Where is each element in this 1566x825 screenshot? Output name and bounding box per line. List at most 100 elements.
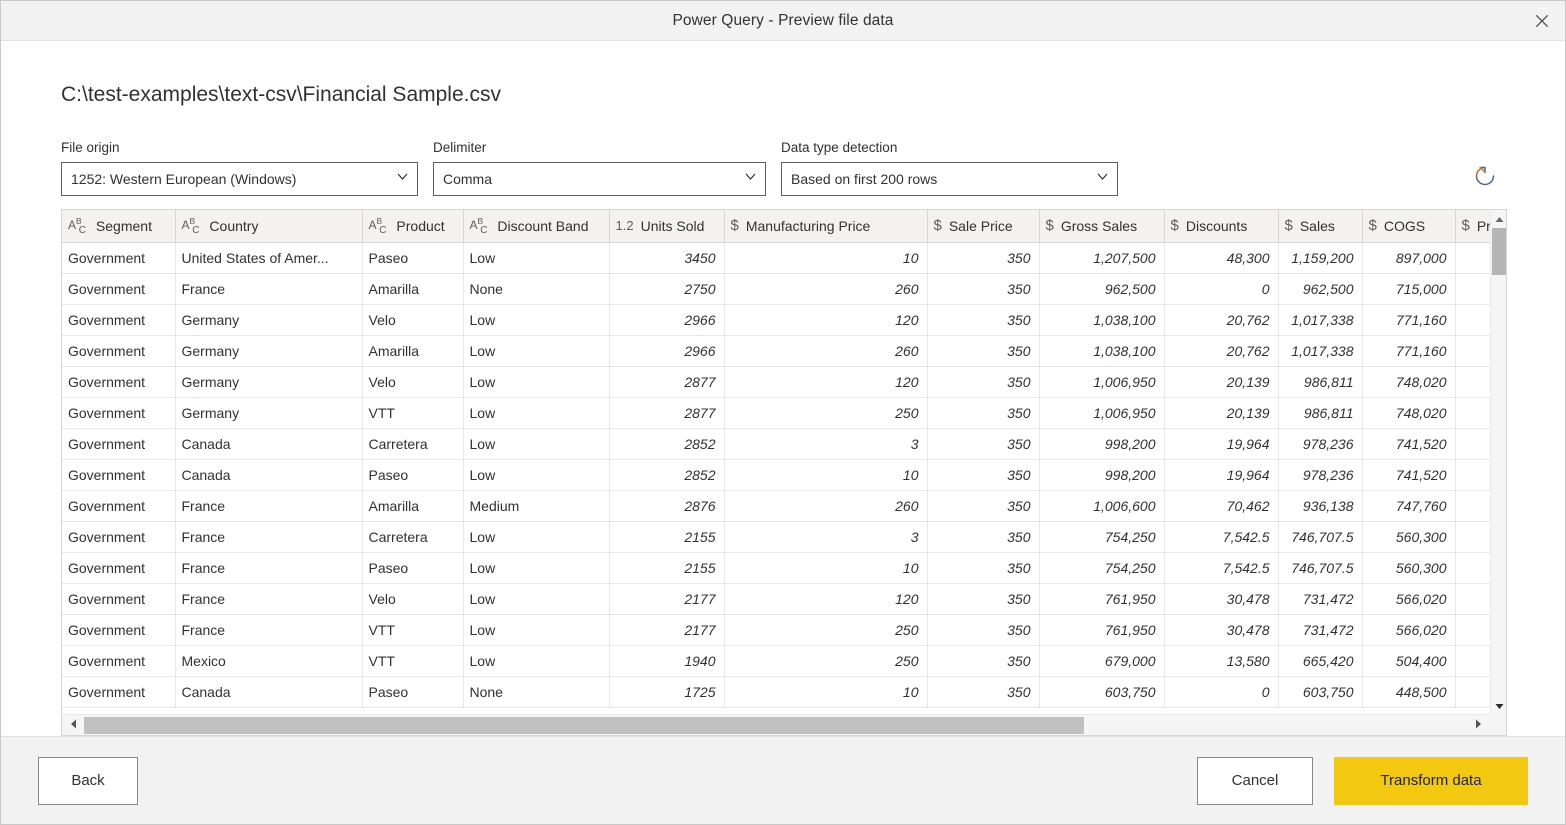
refresh-icon (1470, 161, 1500, 196)
table-cell: 120 (724, 583, 928, 615)
table-cell: 2852 (609, 459, 725, 491)
refresh-button[interactable] (1468, 161, 1502, 195)
delimiter-dropdown[interactable]: Comma (433, 162, 766, 196)
table-cell: 0 (1164, 273, 1279, 305)
table-cell: Amarilla (362, 335, 464, 367)
table-cell: 747,760 (1362, 490, 1456, 522)
scroll-up-button[interactable] (1491, 210, 1506, 227)
table-cell: 10 (724, 676, 928, 708)
vertical-scroll-thumb[interactable] (1492, 228, 1506, 275)
table-cell: 350 (927, 304, 1040, 336)
table-cell: 448,500 (1362, 676, 1456, 708)
column-header-label: Sale Price (948, 217, 1013, 234)
table-row[interactable]: Government France Paseo Low 2155 10 350 754,250… (62, 552, 1490, 584)
type-currency-icon: $ (1461, 217, 1470, 235)
column-header-manufacturing-price[interactable]: $ Manufacturing Price (724, 210, 928, 243)
data-type-detection-dropdown[interactable]: Based on first 200 rows (781, 162, 1118, 196)
vertical-scrollbar[interactable] (1490, 210, 1506, 714)
table-row[interactable]: Government Germany Amarilla Low 2966 260 350 1,… (62, 335, 1490, 367)
close-button[interactable] (1519, 1, 1565, 41)
data-type-detection-value: Based on first 200 rows (791, 171, 938, 187)
table-cell: Low (463, 304, 610, 336)
table-cell: France (175, 614, 363, 646)
table-row[interactable]: Government France VTT Low 2177 250 350 761,950 3… (62, 614, 1490, 646)
column-header-gross-sales[interactable]: $ Gross Sales (1039, 210, 1165, 243)
scroll-left-button[interactable] (64, 715, 83, 735)
table-row[interactable]: Government France Carretera Low 2155 3 350 754,… (62, 521, 1490, 553)
column-header-label: Profit (1476, 217, 1490, 234)
transform-data-button[interactable]: Transform data (1334, 756, 1528, 805)
table-cell: 1,159,200 (1278, 242, 1363, 274)
table-cell: 1,017,338 (1278, 304, 1363, 336)
table-row[interactable]: Government France Velo Low 2177 120 350 761,950… (62, 583, 1490, 615)
table-cell: 18 (1455, 490, 1490, 522)
table-cell: 23 (1455, 397, 1490, 429)
table-cell: Low (463, 428, 610, 460)
table-cell: Government (62, 335, 176, 367)
type-currency-icon: $ (933, 217, 942, 235)
table-row[interactable]: Government France Amarilla Medium 2876 260 350… (62, 490, 1490, 522)
table-cell: 754,250 (1039, 521, 1165, 553)
table-cell: 26 (1455, 242, 1490, 274)
table-cell: 350 (927, 366, 1040, 398)
delimiter-label: Delimiter (433, 140, 487, 155)
table-row[interactable]: Government Canada Paseo None 1725 10 350 603,75… (62, 676, 1490, 708)
back-button[interactable]: Back (38, 756, 138, 805)
table-cell: 754,250 (1039, 552, 1165, 584)
table-cell: 741,520 (1362, 428, 1456, 460)
column-header-country[interactable]: ABC Country (175, 210, 363, 243)
scroll-right-button[interactable] (1469, 715, 1488, 735)
table-cell: 186, (1455, 552, 1490, 584)
table-cell: 746,707.5 (1278, 552, 1363, 584)
cancel-button[interactable]: Cancel (1197, 756, 1313, 805)
table-row[interactable]: Government Canada Carretera Low 2852 3 350 998,… (62, 428, 1490, 460)
table-cell: 603,750 (1278, 676, 1363, 708)
column-header-segment[interactable]: ABC Segment (62, 210, 176, 243)
column-header-sale-price[interactable]: $ Sale Price (927, 210, 1040, 243)
table-row[interactable]: Government Canada Paseo Low 2852 10 350 998,200… (62, 459, 1490, 491)
column-header-label: Sales (1299, 217, 1335, 234)
table-cell: Government (62, 583, 176, 615)
table-row[interactable]: Government Germany Velo Low 2877 120 350 1,006,… (62, 366, 1490, 398)
column-header-units-sold[interactable]: 1.2 Units Sold (609, 210, 725, 243)
table-cell: Canada (175, 459, 363, 491)
column-header-discount-band[interactable]: ABC Discount Band (463, 210, 610, 243)
table-header-row: ABC Segment ABC Country ABC Product ABC Discoun… (62, 210, 1490, 243)
type-text-icon: ABC (469, 215, 488, 236)
horizontal-scroll-thumb[interactable] (84, 717, 1084, 734)
column-header-profit[interactable]: $ Profit (1455, 210, 1490, 243)
column-header-label: Gross Sales (1060, 217, 1138, 234)
column-header-sales[interactable]: $ Sales (1278, 210, 1363, 243)
scroll-down-button[interactable] (1491, 697, 1506, 715)
table-cell: Government (62, 676, 176, 708)
horizontal-scrollbar[interactable] (62, 714, 1490, 735)
caret-right-icon (1475, 716, 1482, 734)
table-cell: 350 (927, 645, 1040, 677)
table-cell: 560,300 (1362, 552, 1456, 584)
file-origin-dropdown[interactable]: 1252: Western European (Windows) (61, 162, 418, 196)
caret-down-icon (1495, 697, 1504, 715)
column-header-label: Manufacturing Price (745, 217, 871, 234)
table-row[interactable]: Government Germany VTT Low 2877 250 350 1,006,9… (62, 397, 1490, 429)
table-cell: 1,038,100 (1039, 335, 1165, 367)
table-row[interactable]: Government Mexico VTT Low 1940 250 350 679,000 1… (62, 645, 1490, 677)
file-origin-value: 1252: Western European (Windows) (71, 171, 297, 187)
table-cell: France (175, 552, 363, 584)
table-cell: 2966 (609, 304, 725, 336)
table-cell: 350 (927, 521, 1040, 553)
table-row[interactable]: Government France Amarilla None 2750 260 350 96… (62, 273, 1490, 305)
column-header-discounts[interactable]: $ Discounts (1164, 210, 1279, 243)
table-cell: Government (62, 304, 176, 336)
table-cell: 10 (724, 459, 928, 491)
table-cell: 665,420 (1278, 645, 1363, 677)
table-cell: 24 (1455, 273, 1490, 305)
table-cell: 504,400 (1362, 645, 1456, 677)
table-cell: 20,762 (1164, 335, 1279, 367)
table-cell: 350 (927, 335, 1040, 367)
table-row[interactable]: Government United States of Amer... Paseo L… (62, 242, 1490, 274)
column-header-label: COGS (1383, 217, 1426, 234)
column-header-product[interactable]: ABC Product (362, 210, 464, 243)
column-header-cogs[interactable]: $ COGS (1362, 210, 1456, 243)
table-row[interactable]: Government Germany Velo Low 2966 120 350 1,038,… (62, 304, 1490, 336)
table-cell: 23 (1455, 366, 1490, 398)
